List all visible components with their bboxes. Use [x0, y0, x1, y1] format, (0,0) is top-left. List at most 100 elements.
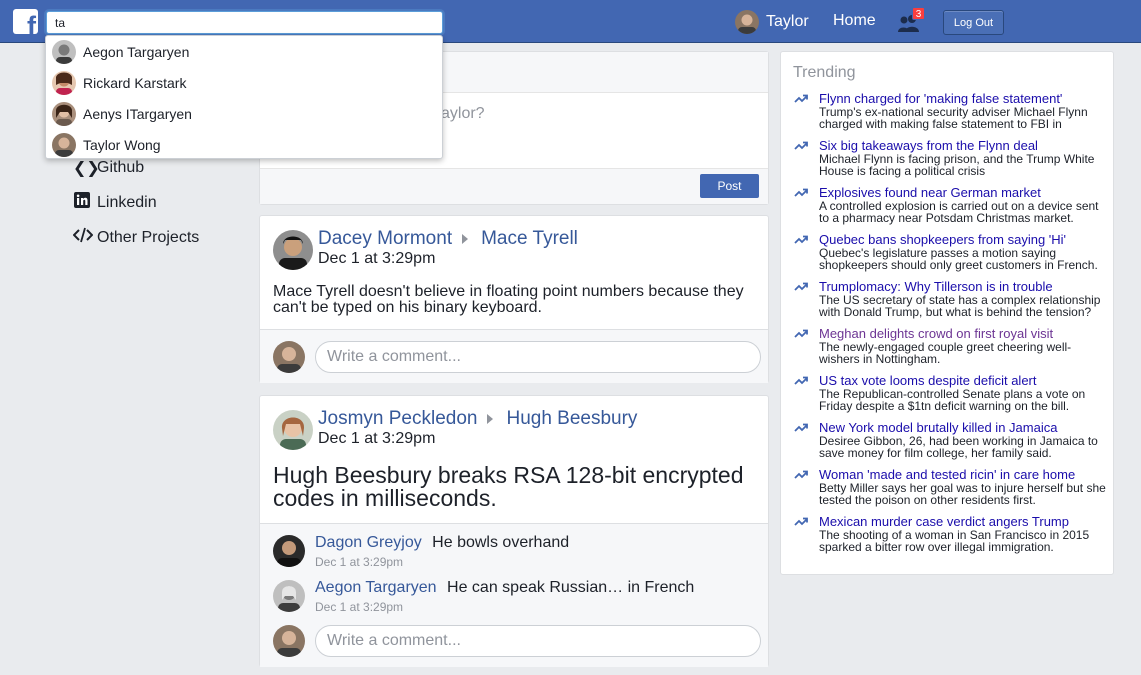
post-author-link[interactable]: Dacey Mormont	[318, 228, 452, 250]
comment-author-link[interactable]: Aegon Targaryen	[315, 579, 437, 596]
trending-item-link[interactable]: Meghan delights crowd on first royal vis…	[819, 327, 1107, 341]
comment-input[interactable]	[315, 625, 761, 657]
facebook-logo-icon[interactable]: f	[13, 9, 38, 34]
trending-item-description: Quebec's legislature passes a motion say…	[819, 246, 1098, 272]
linkedin-icon	[73, 192, 91, 213]
trending-item: Woman 'made and tested ricin' in care ho…	[794, 468, 1107, 507]
trending-item-description: The newly-engaged couple greet cheering …	[819, 340, 1072, 366]
comments-section: Dagon Greyjoy He bowls overhand Dec 1 at…	[260, 523, 768, 667]
comment: Dagon Greyjoy He bowls overhand Dec 1 at…	[315, 534, 570, 569]
trending-item: Quebec bans shopkeepers from saying 'Hi'…	[794, 233, 1107, 272]
trending-item-link[interactable]: Woman 'made and tested ricin' in care ho…	[819, 468, 1107, 482]
post-body: Mace Tyrell doesn't believe in floating …	[273, 283, 744, 316]
user-avatar	[735, 10, 759, 34]
comment: Aegon Targaryen He can speak Russian… in…	[315, 579, 695, 614]
search-result-avatar	[52, 132, 76, 157]
composer-textarea[interactable]: aylor?	[441, 105, 485, 123]
trending-title: Trending	[793, 64, 856, 81]
search-results-dropdown: Aegon Targaryen Rickard Karstark Aenys I…	[45, 35, 443, 159]
sidebar-item-linkedin[interactable]: Linkedin	[73, 185, 199, 220]
comment-text: He can speak Russian… in French	[447, 579, 695, 596]
commenter-avatar	[273, 625, 305, 657]
trending-item-link[interactable]: Six big takeaways from the Flynn deal	[819, 139, 1107, 153]
logout-button[interactable]: Log Out	[943, 10, 1004, 35]
trending-up-icon	[794, 329, 808, 341]
composer-footer: Post	[260, 168, 768, 204]
post-body: Hugh Beesbury breaks RSA 128-bit encrypt…	[273, 462, 744, 511]
trending-item-description: Betty Miller says her goal was to injure…	[819, 481, 1106, 507]
post-author-avatar[interactable]	[273, 410, 313, 450]
nav-profile-link[interactable]: Taylor	[735, 10, 809, 34]
post-header: Dacey Mormont Mace Tyrell	[318, 228, 578, 250]
search-result-avatar	[52, 39, 76, 64]
search-input[interactable]	[46, 11, 443, 34]
search-result-avatar	[52, 70, 76, 95]
search-result-item[interactable]: Aenys ITargaryen	[46, 98, 442, 129]
search-result-name: Aegon Targaryen	[83, 43, 190, 60]
trending-item-link[interactable]: Trumplomacy: Why Tillerson is in trouble	[819, 280, 1107, 294]
trending-item-description: Desiree Gibbon, 26, had been working in …	[819, 434, 1098, 460]
trending-item: Explosives found near German market A con…	[794, 186, 1107, 225]
commenter-avatar	[273, 341, 305, 373]
trending-up-icon	[794, 188, 808, 200]
search-result-name: Aenys ITargaryen	[83, 105, 192, 122]
github-icon: ❮❯	[73, 159, 100, 177]
post-author-avatar[interactable]	[273, 230, 313, 270]
post-timestamp: Dec 1 at 3:29pm	[318, 250, 436, 267]
nav-user-name: Taylor	[766, 13, 809, 30]
trending-up-icon	[794, 282, 808, 294]
commenter-avatar[interactable]	[273, 580, 305, 612]
trending-item-description: The Republican-controlled Senate plans a…	[819, 387, 1086, 413]
feed-post: Josmyn Peckledon Hugh Beesbury Dec 1 at …	[259, 395, 769, 667]
trending-item: Meghan delights crowd on first royal vis…	[794, 327, 1107, 366]
search-result-item[interactable]: Aegon Targaryen	[46, 36, 442, 67]
trending-item: Mexican murder case verdict angers Trump…	[794, 515, 1107, 554]
trending-panel: Trending Flynn charged for 'making false…	[780, 51, 1114, 575]
code-icon	[72, 227, 94, 248]
trending-up-icon	[794, 423, 808, 435]
caret-right-icon	[462, 234, 469, 244]
trending-item-link[interactable]: Flynn charged for 'making false statemen…	[819, 92, 1107, 106]
trending-up-icon	[794, 94, 808, 106]
search-result-name: Rickard Karstark	[83, 74, 187, 91]
post-target-link[interactable]: Mace Tyrell	[481, 228, 578, 250]
commenter-avatar[interactable]	[273, 535, 305, 567]
post-button[interactable]: Post	[700, 174, 759, 198]
trending-item-link[interactable]: Mexican murder case verdict angers Trump	[819, 515, 1107, 529]
sidebar-item-label: Other Projects	[97, 228, 200, 246]
sidebar-links: ❮❯ Github Linkedin Other Projects	[72, 150, 200, 255]
trending-item-description: A controlled explosion is carried out on…	[819, 199, 1099, 225]
friend-requests-badge: 3	[912, 7, 925, 20]
search-result-item[interactable]: Taylor Wong	[46, 129, 442, 160]
sidebar-item-other-projects[interactable]: Other Projects	[72, 220, 200, 255]
comment-timestamp: Dec 1 at 3:29pm	[315, 600, 404, 614]
comment-input[interactable]	[315, 341, 761, 373]
sidebar-item-label: Linkedin	[97, 193, 157, 211]
trending-up-icon	[794, 470, 808, 482]
search-result-name: Taylor Wong	[83, 136, 161, 153]
trending-up-icon	[794, 517, 808, 529]
trending-item: Trumplomacy: Why Tillerson is in trouble…	[794, 280, 1107, 319]
trending-item-description: The US secretary of state has a complex …	[819, 293, 1101, 319]
comment-author-link[interactable]: Dagon Greyjoy	[315, 534, 422, 551]
post-header: Josmyn Peckledon Hugh Beesbury	[318, 408, 637, 430]
nav-home-link[interactable]: Home	[833, 12, 876, 30]
sidebar-item-label: Github	[97, 158, 145, 176]
comment-timestamp: Dec 1 at 3:29pm	[315, 555, 404, 569]
post-timestamp: Dec 1 at 3:29pm	[318, 430, 436, 447]
trending-item-link[interactable]: Explosives found near German market	[819, 186, 1107, 200]
search-result-item[interactable]: Rickard Karstark	[46, 67, 442, 98]
trending-item: Six big takeaways from the Flynn deal Mic…	[794, 139, 1107, 178]
trending-item-link[interactable]: New York model brutally killed in Jamaic…	[819, 421, 1107, 435]
post-author-link[interactable]: Josmyn Peckledon	[318, 408, 477, 430]
trending-item-link[interactable]: US tax vote looms despite deficit alert	[819, 374, 1107, 388]
search-result-avatar	[52, 101, 76, 126]
feed-post: Dacey Mormont Mace Tyrell Dec 1 at 3:29p…	[259, 215, 769, 383]
post-target-link[interactable]: Hugh Beesbury	[506, 408, 637, 430]
trending-item-description: The shooting of a woman in San Francisco…	[819, 528, 1090, 554]
trending-item-description: Michael Flynn is facing prison, and the …	[819, 152, 1095, 178]
trending-up-icon	[794, 141, 808, 153]
friend-requests-button[interactable]: 3	[897, 7, 925, 33]
trending-item-link[interactable]: Quebec bans shopkeepers from saying 'Hi'	[819, 233, 1107, 247]
comment-text: He bowls overhand	[432, 534, 570, 551]
